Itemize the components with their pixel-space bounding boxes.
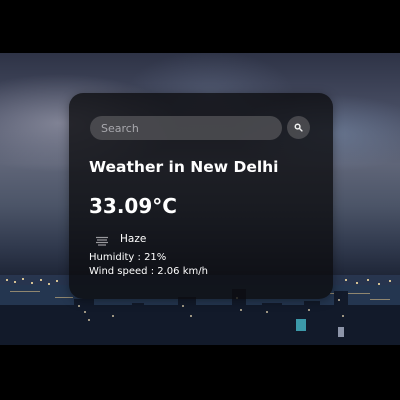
weather-card: Weather in New Delhi 33.09°C Haze Humidi…	[69, 93, 333, 299]
search-icon	[294, 123, 303, 132]
weather-condition: Haze	[120, 233, 147, 245]
wind-speed-text: Wind speed : 2.06 km/h	[89, 266, 208, 277]
search-button[interactable]	[287, 116, 310, 139]
search-input[interactable]	[90, 116, 282, 140]
search-bar	[90, 116, 310, 140]
temperature: 33.09°C	[89, 194, 177, 218]
haze-icon	[96, 236, 108, 246]
city-title: Weather in New Delhi	[89, 158, 279, 176]
humidity-text: Humidity : 21%	[89, 252, 167, 263]
